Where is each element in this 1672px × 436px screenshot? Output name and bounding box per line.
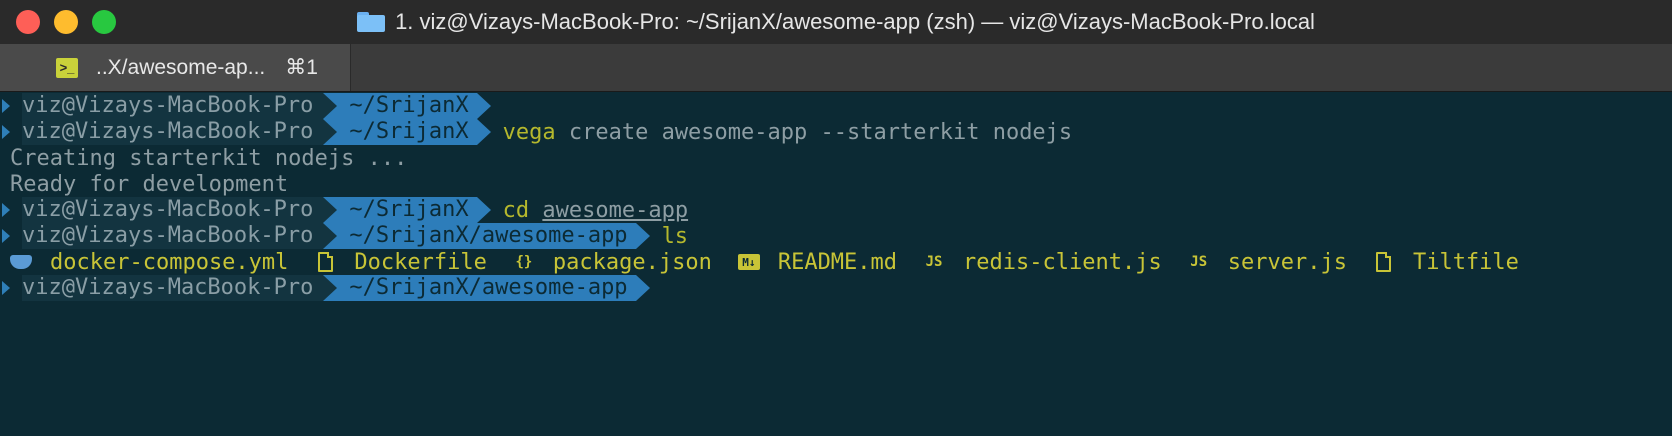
js-icon: JS: [1190, 254, 1208, 270]
command-args: create awesome-app --starterkit nodejs: [555, 119, 1073, 145]
list-item[interactable]: docker-compose.yml: [10, 250, 288, 275]
prompt-user: viz@Vizays-MacBook-Pro: [22, 275, 324, 301]
command-keyword: cd: [502, 197, 530, 223]
markdown-icon: M↓: [737, 251, 760, 273]
list-item[interactable]: Tiltfile: [1373, 250, 1519, 275]
command-text: ls: [662, 224, 689, 249]
tab-shortcut: ⌘1: [285, 56, 318, 79]
prompt-caret-icon: [2, 229, 10, 243]
prompt-dir: ~/SrijanX: [323, 197, 491, 223]
prompt-caret-icon: [2, 99, 10, 113]
traffic-lights: [16, 10, 116, 34]
file-name: redis-client.js: [963, 249, 1162, 275]
file-icon: [1373, 251, 1395, 273]
prompt-dir: ~/SrijanX/awesome-app: [323, 275, 650, 301]
file-name: server.js: [1227, 249, 1347, 275]
window-title: 1. viz@Vizays-MacBook-Pro: ~/SrijanX/awe…: [395, 9, 1315, 34]
file-name: README.md: [777, 249, 898, 275]
docker-icon: [10, 251, 32, 273]
prompt-user: viz@Vizays-MacBook-Pro: [22, 223, 324, 249]
file-name: Dockerfile: [354, 249, 487, 275]
list-item[interactable]: Dockerfile: [314, 249, 487, 275]
list-item[interactable]: {} package.json: [513, 249, 712, 275]
command-keyword: vega: [502, 119, 556, 145]
file-name: package.json: [552, 249, 712, 275]
output-text: Ready for development: [10, 171, 289, 197]
prompt-caret-icon: [2, 203, 10, 217]
prompt-line: viz@Vizays-MacBook-Pro ~/SrijanX/awesome…: [0, 222, 1672, 250]
output-line: Creating starterkit nodejs ...: [0, 144, 1672, 172]
file-name: docker-compose.yml: [50, 249, 289, 275]
folder-icon: [357, 12, 386, 32]
json-braces-icon: {}: [515, 254, 533, 270]
prompt-dir: ~/SrijanX: [323, 119, 491, 145]
prompt-line: viz@Vizays-MacBook-Pro ~/SrijanX: [0, 92, 1672, 120]
command-keyword: ls: [661, 223, 689, 249]
js-icon: JS: [925, 254, 943, 270]
file-name: Tiltfile: [1412, 249, 1519, 275]
prompt-dir: ~/SrijanX: [323, 93, 491, 119]
terminal-window: 1. viz@Vizays-MacBook-Pro: ~/SrijanX/awe…: [0, 0, 1672, 436]
list-item[interactable]: M↓ README.md: [737, 249, 898, 275]
output-text: Creating starterkit nodejs ...: [10, 145, 408, 171]
zoom-button[interactable]: [92, 10, 116, 34]
tab-label: ..X/awesome-ap...: [96, 55, 266, 79]
command-text: vega create awesome-app --starterkit nod…: [503, 120, 1073, 145]
window-title-group: 1. viz@Vizays-MacBook-Pro: ~/SrijanX/awe…: [357, 9, 1315, 35]
output-line: Ready for development: [0, 170, 1672, 198]
file-icon: [314, 251, 336, 273]
prompt-line: viz@Vizays-MacBook-Pro ~/SrijanX cd awes…: [0, 196, 1672, 224]
title-bar[interactable]: 1. viz@Vizays-MacBook-Pro: ~/SrijanX/awe…: [0, 0, 1672, 44]
prompt-dir: ~/SrijanX/awesome-app: [323, 223, 650, 249]
prompt-line: viz@Vizays-MacBook-Pro ~/SrijanX vega cr…: [0, 118, 1672, 146]
file-listing: docker-compose.yml Dockerfile {} package…: [0, 248, 1672, 276]
command-args: awesome-app: [542, 197, 689, 223]
prompt-line: viz@Vizays-MacBook-Pro ~/SrijanX/awesome…: [0, 274, 1672, 302]
list-item[interactable]: JS redis-client.js: [923, 250, 1162, 275]
list-item[interactable]: JS server.js: [1188, 250, 1347, 275]
prompt-caret-icon: [2, 281, 10, 295]
tab-bar: >_ ..X/awesome-ap... ⌘1: [0, 44, 1672, 92]
prompt-user: viz@Vizays-MacBook-Pro: [22, 197, 324, 223]
close-button[interactable]: [16, 10, 40, 34]
minimize-button[interactable]: [54, 10, 78, 34]
tab-1[interactable]: >_ ..X/awesome-ap... ⌘1: [0, 44, 351, 91]
prompt-caret-icon: [2, 125, 10, 139]
terminal-icon: >_: [56, 57, 78, 78]
prompt-user: viz@Vizays-MacBook-Pro: [22, 119, 324, 145]
prompt-user: viz@Vizays-MacBook-Pro: [22, 93, 324, 119]
terminal-content[interactable]: viz@Vizays-MacBook-Pro ~/SrijanX viz@Viz…: [0, 92, 1672, 436]
command-text: cd awesome-app: [503, 198, 688, 223]
